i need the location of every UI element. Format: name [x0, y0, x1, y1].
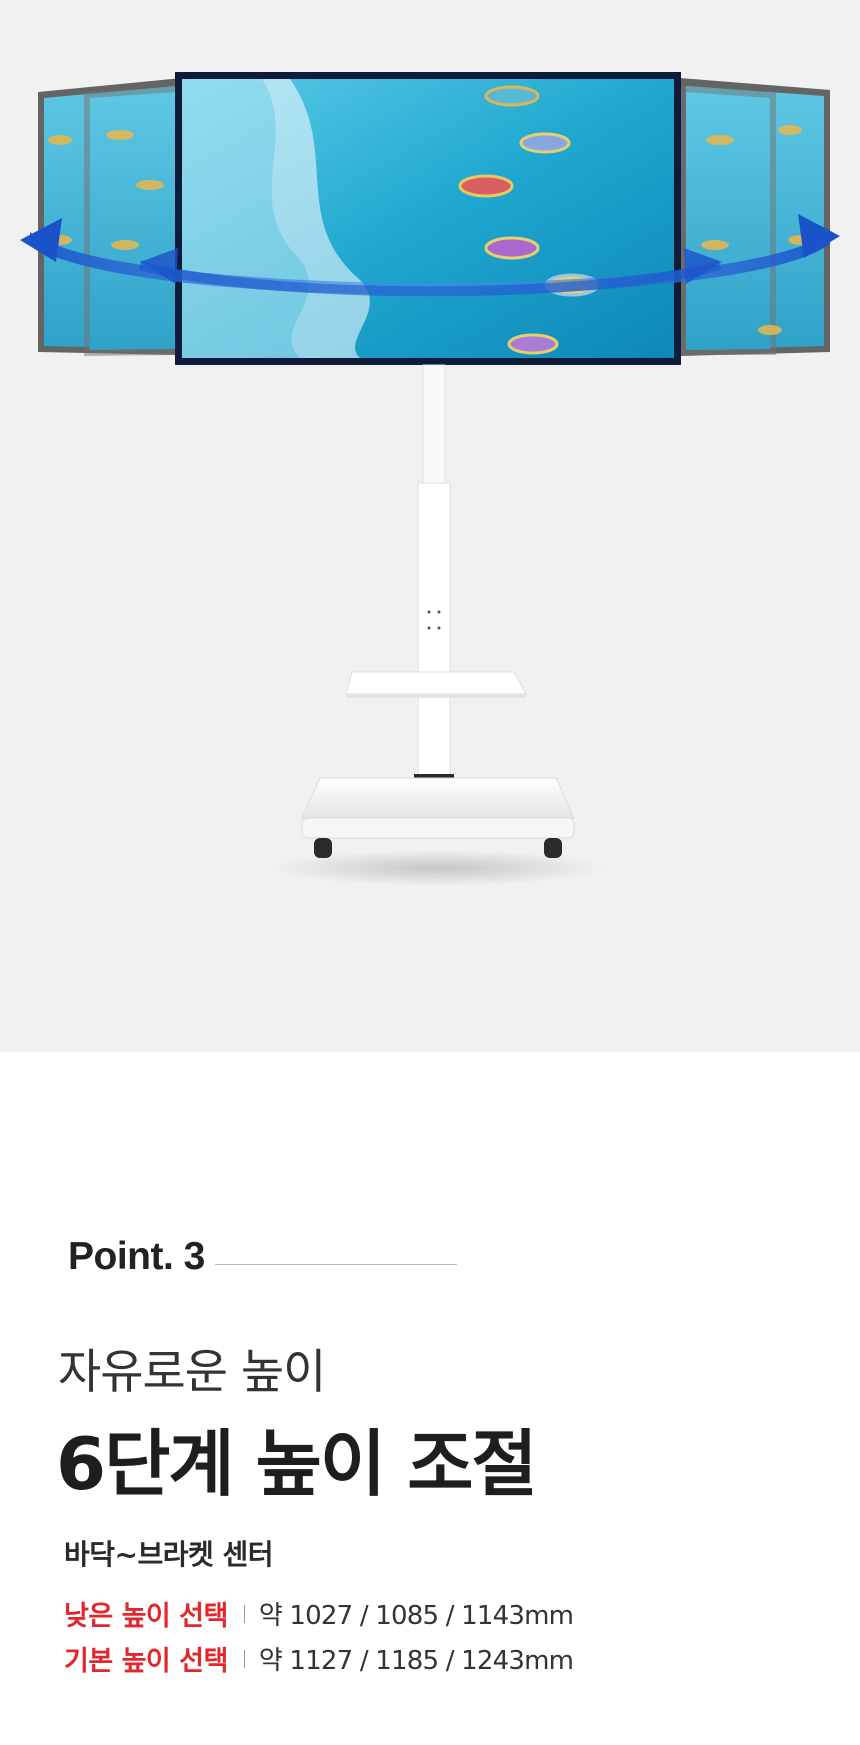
spec-value: 약 1127 / 1185 / 1243mm: [258, 1646, 574, 1676]
tv-stand-illustration: [20, 72, 840, 886]
product-hero-image: [0, 0, 860, 1052]
separator: [243, 1604, 245, 1623]
divider-line: [214, 1263, 457, 1265]
right-rotated-screen: [680, 78, 830, 356]
separator: [243, 1649, 245, 1668]
spec-row-low: 낮은 높이 선택 약 1027 / 1085 / 1143mm: [64, 1594, 574, 1633]
headline-title: 6단계 높이 조절: [56, 1422, 538, 1506]
point-label: Point. 3: [68, 1235, 205, 1278]
left-rotated-screen: [38, 78, 182, 356]
point-badge: Point. 3: [68, 1235, 457, 1279]
spec-label: 기본 높이 선택: [64, 1646, 228, 1677]
spec-value: 약 1027 / 1085 / 1143mm: [258, 1601, 574, 1631]
spec-label: 낮은 높이 선택: [64, 1601, 228, 1632]
spec-heading: 바닥~브라켓 센터: [64, 1538, 274, 1571]
spec-row-default: 기본 높이 선택 약 1127 / 1185 / 1243mm: [64, 1639, 574, 1678]
headline-subtitle: 자유로운 높이: [58, 1345, 326, 1400]
